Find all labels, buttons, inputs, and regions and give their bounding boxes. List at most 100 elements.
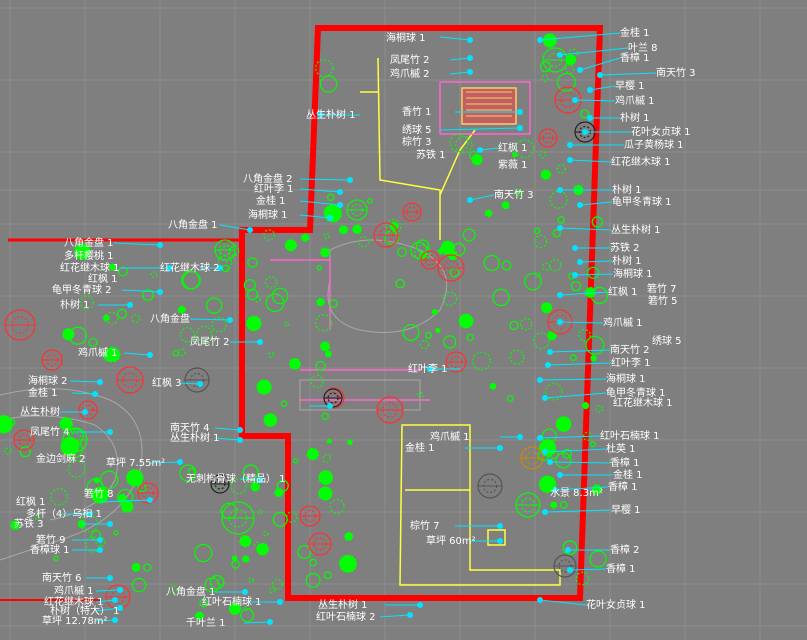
plant-label: 八角金盘 bbox=[150, 314, 190, 325]
plant-symbol bbox=[590, 355, 597, 362]
leader-dot bbox=[112, 617, 118, 623]
plant-label: 凤尾竹 2 bbox=[390, 55, 430, 66]
leader-dot bbox=[247, 227, 253, 233]
leader-dot bbox=[547, 459, 553, 465]
plant-symbol bbox=[501, 201, 510, 210]
leader-dot bbox=[337, 202, 343, 208]
leader-dot bbox=[467, 197, 473, 203]
plant-symbol bbox=[318, 470, 333, 485]
leader-dot bbox=[107, 575, 113, 581]
plant-symbol bbox=[431, 309, 438, 316]
plant-symbol bbox=[541, 302, 553, 314]
leader-dot bbox=[557, 472, 563, 478]
plant-symbol bbox=[242, 555, 250, 563]
leader-dot bbox=[537, 377, 543, 383]
plant-label: 箬竹 8 bbox=[84, 489, 114, 500]
plant-symbol bbox=[484, 209, 493, 218]
plant-label: 箬竹 7 bbox=[647, 284, 677, 295]
plant-label: 金桂 1 bbox=[405, 443, 435, 454]
plant-label: 花叶女贞球 1 bbox=[586, 600, 646, 611]
plant-symbol bbox=[338, 554, 358, 573]
leader-dot bbox=[237, 437, 243, 443]
leader-dot bbox=[517, 434, 523, 440]
plant-symbol bbox=[489, 382, 497, 390]
leader-dot bbox=[97, 547, 103, 553]
plant-label: 海桐球 1 bbox=[606, 374, 646, 385]
plant-symbol bbox=[581, 402, 590, 410]
plant-label: 早樱 1 bbox=[615, 81, 645, 92]
leader-dot bbox=[577, 202, 583, 208]
background bbox=[0, 0, 807, 640]
leader-dot bbox=[497, 538, 503, 544]
plant-label: 朴树 1 bbox=[612, 256, 642, 267]
plant-label: 草坪 12.78m² bbox=[42, 616, 108, 627]
plant-label: 箬竹 5 bbox=[648, 296, 678, 307]
plant-symbol bbox=[326, 438, 332, 444]
plant-symbol bbox=[245, 315, 262, 332]
leader-dot bbox=[567, 142, 573, 148]
plant-symbol bbox=[458, 313, 474, 329]
leader-dot bbox=[107, 521, 113, 527]
leader-dot bbox=[545, 362, 551, 368]
leader-dot bbox=[577, 67, 583, 73]
plant-label: 南天竹 2 bbox=[610, 345, 650, 356]
water-feature bbox=[461, 87, 517, 125]
plant-label: 龟甲冬青球 2 bbox=[52, 285, 112, 296]
plant-label: 红枫 3 bbox=[152, 378, 182, 389]
cad-drawing-canvas[interactable] bbox=[0, 0, 807, 640]
plant-symbol bbox=[320, 247, 331, 258]
leader-dot bbox=[557, 292, 563, 298]
leader-dot bbox=[347, 177, 353, 183]
plant-symbol bbox=[177, 305, 186, 315]
plant-label: 红叶石楠球 2 bbox=[316, 612, 376, 623]
leader-dot bbox=[565, 547, 571, 553]
leader-dot bbox=[597, 72, 603, 78]
plant-label: 南天竹 6 bbox=[42, 573, 82, 584]
leader-dot bbox=[147, 497, 153, 503]
leader-dot bbox=[557, 52, 563, 58]
plant-label: 鸡爪槭 1 bbox=[54, 586, 94, 597]
leader-dot bbox=[582, 129, 588, 135]
plant-symbol bbox=[435, 327, 441, 334]
leader-dot bbox=[407, 612, 413, 618]
plant-symbol bbox=[542, 33, 557, 48]
plant-symbol bbox=[320, 341, 330, 352]
plant-label: 紫薇 1 bbox=[498, 160, 528, 171]
plant-label: 香樟球 1 bbox=[30, 545, 70, 556]
plant-label: 丛生朴树 bbox=[20, 407, 60, 418]
leader-dot bbox=[157, 242, 163, 248]
leader-dot bbox=[467, 69, 473, 75]
leader-dot bbox=[587, 87, 593, 93]
plant-label: 绣球 5 bbox=[402, 125, 432, 136]
plant-label: 金桂 1 bbox=[620, 28, 650, 39]
plant-symbol bbox=[347, 439, 353, 445]
plant-symbol bbox=[62, 328, 75, 341]
plant-label: 花叶女贞球 1 bbox=[631, 127, 691, 138]
leader-dot bbox=[417, 602, 423, 608]
plant-label: 海桐球 1 bbox=[386, 33, 426, 44]
leader-dot bbox=[567, 157, 573, 163]
plant-label: 金边剑麻 2 bbox=[36, 454, 86, 465]
plant-label: 丛生朴树 1 bbox=[170, 433, 220, 444]
plant-label: 鸡爪槭 1 bbox=[603, 318, 643, 329]
plant-label: 早樱 1 bbox=[611, 505, 641, 516]
plant-label: 红叶石楠球 1 bbox=[202, 597, 262, 608]
plant-label: 龟甲冬青球 1 bbox=[612, 197, 672, 208]
leader-dot bbox=[147, 352, 153, 358]
leader-dot bbox=[157, 289, 163, 295]
plant-label: 海桐球 1 bbox=[613, 269, 653, 280]
plant-symbol bbox=[288, 357, 301, 370]
leader-dot bbox=[542, 509, 548, 515]
leader-dot bbox=[567, 567, 573, 573]
plant-label: 鸡爪槭 1 bbox=[615, 96, 655, 107]
plant-label: 红枫 1 bbox=[608, 287, 638, 298]
plant-label: 红叶石楠球 1 bbox=[600, 431, 660, 442]
leader-dot bbox=[267, 619, 273, 625]
leader-dot bbox=[177, 459, 183, 465]
plant-label: 八角金盘 1 bbox=[64, 238, 114, 249]
plant-label: 丛生朴树 1 bbox=[306, 110, 356, 121]
plant-symbol bbox=[324, 350, 332, 358]
leader-dot bbox=[97, 379, 103, 385]
plant-label: 香竹 1 bbox=[402, 107, 432, 118]
plant-label: 朴树 1 bbox=[612, 185, 642, 196]
